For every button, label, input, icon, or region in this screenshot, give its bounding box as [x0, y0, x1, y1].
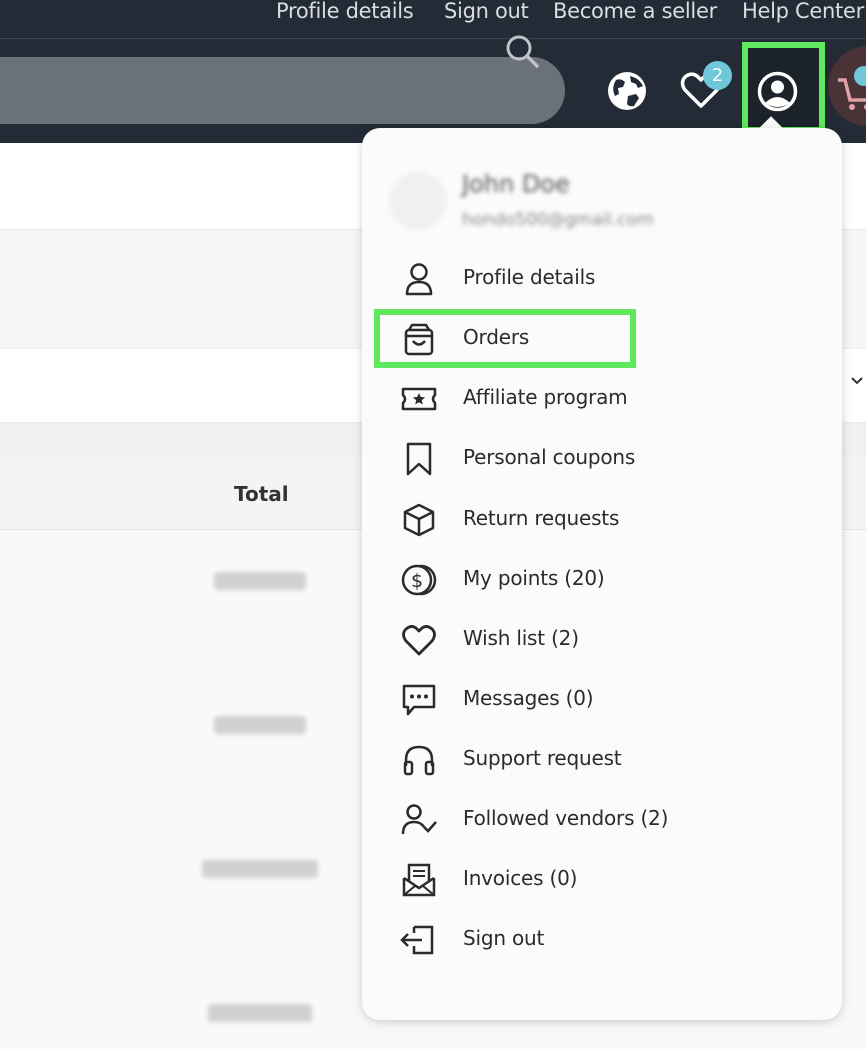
globe-icon[interactable] — [606, 70, 648, 112]
search-icon[interactable] — [504, 33, 540, 69]
chat-icon — [402, 684, 436, 716]
menu-item-label: Profile details — [463, 265, 596, 289]
user-name: John Doe — [462, 170, 570, 198]
user-circle-icon[interactable] — [757, 71, 798, 112]
menu-item-label: Invoices (0) — [463, 866, 578, 890]
top-link-profile-details[interactable]: Profile details — [276, 0, 414, 23]
menu-item-label: Return requests — [463, 506, 620, 530]
coins-icon: $ — [401, 564, 437, 596]
chevron-down-icon[interactable] — [850, 374, 864, 388]
menu-item-label: My points (20) — [463, 566, 605, 590]
menu-item-label: Followed vendors (2) — [463, 806, 669, 830]
menu-item-my-points[interactable]: $ My points (20) — [376, 552, 816, 608]
menu-item-profile-details[interactable]: Profile details — [376, 251, 816, 307]
top-link-help-center[interactable]: Help Center — [742, 0, 864, 23]
orders-highlight-box — [374, 309, 636, 368]
menu-item-label: Support request — [463, 746, 622, 770]
menu-item-followed-vendors[interactable]: Followed vendors (2) — [376, 792, 816, 848]
order-total-value — [202, 860, 318, 878]
menu-item-label: Sign out — [463, 926, 545, 950]
order-total-value — [208, 1004, 312, 1022]
headphones-icon — [403, 745, 435, 776]
search-input[interactable] — [0, 57, 565, 124]
top-link-sign-out[interactable]: Sign out — [444, 0, 529, 23]
menu-item-personal-coupons[interactable]: Personal coupons — [376, 431, 816, 487]
menu-item-messages[interactable]: Messages (0) — [376, 672, 816, 728]
box-icon — [403, 503, 435, 537]
top-navigation-bar: Profile details Sign out Become a seller… — [0, 0, 866, 39]
bookmark-icon — [406, 442, 432, 476]
top-link-become-seller[interactable]: Become a seller — [553, 0, 717, 23]
menu-item-label: Affiliate program — [463, 385, 628, 409]
user-check-icon — [401, 804, 437, 835]
svg-text:$: $ — [411, 570, 423, 592]
wishlist-count-badge: 2 — [703, 61, 732, 90]
menu-item-wish-list[interactable]: Wish list (2) — [376, 612, 816, 668]
ticket-star-icon — [401, 387, 437, 411]
menu-item-affiliate-program[interactable]: Affiliate program — [376, 371, 816, 427]
heart-icon — [402, 625, 436, 656]
menu-item-return-requests[interactable]: Return requests — [376, 492, 816, 548]
total-column-header: Total — [234, 482, 289, 506]
menu-item-support-request[interactable]: Support request — [376, 732, 816, 788]
sign-out-icon — [400, 925, 434, 955]
menu-item-sign-out[interactable]: Sign out — [376, 912, 816, 968]
invoice-envelope-icon — [402, 863, 436, 897]
menu-item-label: Personal coupons — [463, 445, 636, 469]
user-icon — [405, 263, 433, 296]
menu-item-invoices[interactable]: Invoices (0) — [376, 852, 816, 908]
user-email: hondo500@gmail.com — [462, 210, 654, 230]
avatar — [389, 172, 447, 230]
menu-item-label: Messages (0) — [463, 686, 594, 710]
order-total-value — [214, 572, 306, 590]
menu-item-label: Wish list (2) — [463, 626, 579, 650]
order-total-value — [214, 716, 306, 734]
